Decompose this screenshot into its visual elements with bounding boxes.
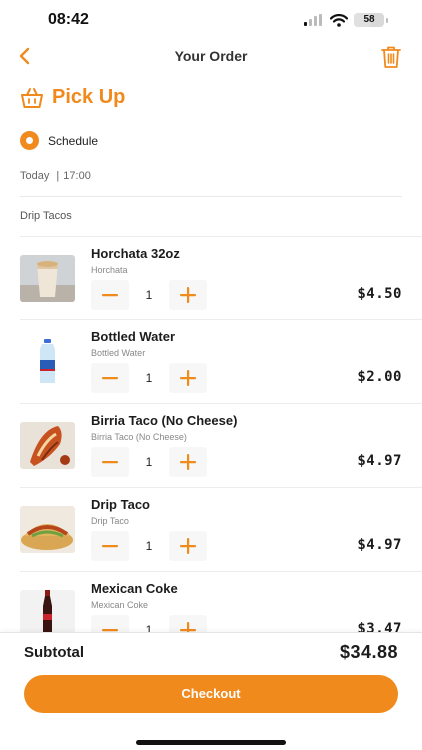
pickup-time[interactable]: Today | 17:00: [20, 170, 95, 182]
minus-icon: [102, 545, 118, 548]
increase-quantity-button[interactable]: [169, 280, 207, 310]
item-price: $4.97: [357, 537, 402, 553]
pickup-hour: 17:00: [63, 170, 91, 182]
decrease-quantity-button[interactable]: [91, 615, 129, 632]
pickup-title: Pick Up: [52, 86, 126, 108]
status-bar: 08:42 58: [0, 0, 422, 40]
plus-icon: [180, 370, 196, 386]
battery-level: 58: [363, 14, 375, 25]
decrease-quantity-button[interactable]: [91, 363, 129, 393]
horchata-drink-image: [20, 255, 75, 302]
item-description: Horchata: [91, 265, 128, 275]
quantity-stepper: 1: [91, 280, 207, 310]
order-item: Mexican Coke Mexican Coke 1 $3.47: [20, 572, 422, 632]
quantity-value: 1: [145, 371, 153, 385]
schedule-label: Schedule: [48, 133, 99, 148]
quantity-stepper: 1: [91, 615, 207, 632]
checkout-button[interactable]: Checkout: [24, 675, 398, 713]
decrease-quantity-button[interactable]: [91, 531, 129, 561]
minus-icon: [102, 377, 118, 380]
quantity-value: 1: [145, 623, 153, 632]
item-price: $4.97: [357, 453, 402, 469]
pickup-day: Today: [20, 170, 50, 182]
item-price: $4.50: [357, 286, 402, 302]
basket-icon: [21, 87, 43, 108]
subtotal-value: $34.88: [339, 642, 398, 662]
page-title: Your Order: [174, 48, 248, 64]
minus-icon: [102, 294, 118, 297]
battery-icon: 58: [354, 13, 384, 27]
increase-quantity-button[interactable]: [169, 363, 207, 393]
item-name: Drip Taco: [91, 497, 150, 512]
time-separator: |: [56, 170, 60, 182]
status-time: 08:42: [48, 11, 89, 28]
birria-taco-image: [20, 422, 75, 469]
item-name: Bottled Water: [91, 329, 176, 344]
mexican-coke-image: [20, 590, 75, 632]
order-item: Drip Taco Drip Taco 1 $4.97: [20, 488, 422, 572]
order-item: Horchata 32oz Horchata 1 $4.50: [20, 236, 422, 320]
signal-icon: [304, 14, 322, 26]
item-description: Mexican Coke: [91, 600, 149, 610]
plus-icon: [180, 454, 196, 470]
water-bottle-image: [20, 338, 75, 385]
increase-quantity-button[interactable]: [169, 531, 207, 561]
quantity-stepper: 1: [91, 531, 207, 561]
increase-quantity-button[interactable]: [169, 447, 207, 477]
decrease-quantity-button[interactable]: [91, 447, 129, 477]
home-indicator: [136, 740, 286, 745]
drip-taco-image: [20, 506, 75, 553]
minus-icon: [102, 461, 118, 464]
quantity-value: 1: [145, 455, 153, 469]
subtotal-label: Subtotal: [24, 644, 84, 661]
trash-icon: [381, 46, 401, 68]
item-name: Mexican Coke: [91, 581, 178, 596]
divider: [20, 196, 402, 197]
quantity-value: 1: [145, 539, 153, 553]
order-item: Bottled Water Bottled Water 1 $2.00: [20, 320, 422, 404]
battery-tip: [386, 17, 388, 23]
item-description: Birria Taco (No Cheese): [91, 432, 187, 442]
item-description: Bottled Water: [91, 348, 146, 358]
nav-bar: Your Order: [0, 40, 422, 74]
order-items-list[interactable]: Horchata 32oz Horchata 1 $4.50 Bottled W…: [0, 236, 422, 632]
clear-order-button[interactable]: [378, 43, 404, 71]
quantity-stepper: 1: [91, 363, 207, 393]
quantity-stepper: 1: [91, 447, 207, 477]
decrease-quantity-button[interactable]: [91, 280, 129, 310]
restaurant-name: Drip Tacos: [20, 210, 72, 222]
item-price: $2.00: [357, 369, 402, 385]
increase-quantity-button[interactable]: [169, 615, 207, 632]
order-footer: Subtotal $34.88 Checkout: [0, 632, 422, 750]
radio-selected-icon: [20, 131, 39, 150]
plus-icon: [180, 287, 196, 303]
item-description: Drip Taco: [91, 516, 129, 526]
plus-icon: [180, 538, 196, 554]
item-name: Birria Taco (No Cheese): [91, 413, 238, 428]
wifi-icon: [330, 13, 348, 27]
item-price: $3.47: [357, 621, 402, 632]
order-item: Birria Taco (No Cheese) Birria Taco (No …: [20, 404, 422, 488]
plus-icon: [180, 622, 196, 632]
status-icons: 58: [304, 13, 388, 27]
schedule-radio[interactable]: Schedule: [20, 131, 98, 150]
quantity-value: 1: [145, 288, 153, 302]
pickup-heading: Pick Up: [20, 86, 125, 109]
item-name: Horchata 32oz: [91, 246, 180, 261]
